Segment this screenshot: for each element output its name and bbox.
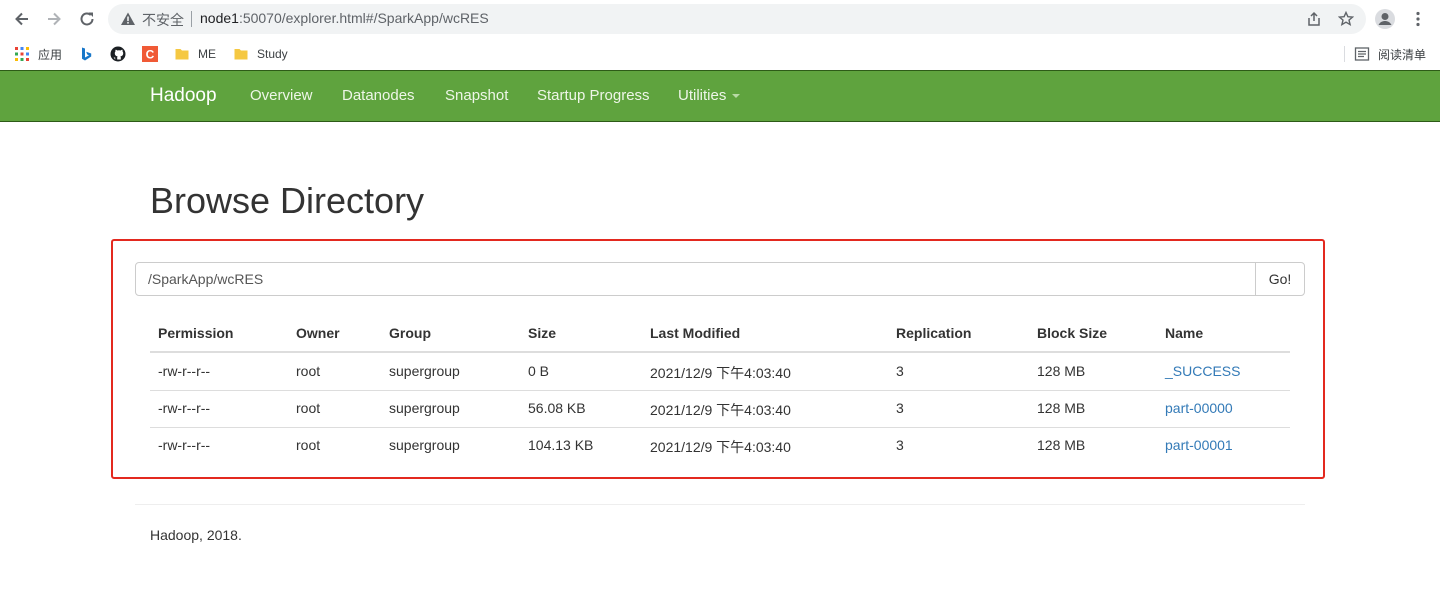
profile-button[interactable] [1373,7,1397,31]
cell-block-size: 128 MB [1037,400,1086,416]
reading-list-icon [1354,47,1370,61]
bookmark-bing[interactable] [78,43,102,65]
cell-last-modified: 2021/12/9 下午4:03:40 [650,402,791,418]
cell-replication: 3 [896,363,904,379]
cell-group: supergroup [389,437,460,453]
bing-icon [82,47,92,61]
cell-block-size: 128 MB [1037,437,1086,453]
column-header-size[interactable]: Size [528,325,556,341]
footer-divider [135,504,1305,505]
nav-overview[interactable]: Overview [250,87,313,104]
kebab-menu-icon [1416,11,1420,27]
row-divider [150,390,1290,391]
bookmark-label: Study [257,47,288,61]
bookmark-csdn[interactable]: C [142,43,166,65]
bookmark-github[interactable] [110,43,134,65]
svg-text:C: C [146,48,155,62]
cell-size: 56.08 KB [528,400,586,416]
avatar-icon [1375,9,1395,29]
github-icon [110,46,126,62]
url-host: node1 [200,10,239,26]
folder-icon [234,49,248,60]
cell-owner: root [296,363,321,379]
nav-snapshot[interactable]: Snapshot [445,87,508,104]
address-bar[interactable]: 不安全 node1:50070/explorer.html#/SparkApp/… [108,4,1366,34]
page-title: Browse Directory [150,180,425,221]
cell-size: 0 B [528,363,550,379]
nav-startup-progress[interactable]: Startup Progress [537,87,650,104]
url-rest: :50070/explorer.html#/SparkApp/wcRES [238,10,489,26]
share-icon[interactable] [1306,11,1322,27]
reading-list-button[interactable]: 阅读清单 [1354,43,1426,65]
cell-permission: -rw-r--r-- [158,363,211,379]
cell-replication: 3 [896,437,904,453]
cell-permission: -rw-r--r-- [158,400,211,416]
column-header-last-modified[interactable]: Last Modified [650,325,740,341]
star-icon[interactable] [1338,11,1354,27]
bookmark-apps[interactable]: 应用 [14,43,62,65]
browser-menu-button[interactable] [1406,7,1430,31]
nav-datanodes[interactable]: Datanodes [342,87,415,104]
column-header-replication[interactable]: Replication [896,325,971,341]
back-button[interactable] [10,7,34,31]
reload-icon [80,12,94,26]
navbar-brand[interactable]: Hadoop [150,85,217,107]
file-link[interactable]: part-00000 [1165,400,1233,416]
cell-size: 104.13 KB [528,437,594,453]
bookmarks-divider [1344,46,1345,62]
address-separator [191,11,192,27]
cell-permission: -rw-r--r-- [158,437,211,453]
file-link[interactable]: part-00001 [1165,437,1233,453]
column-header-name[interactable]: Name [1165,325,1203,341]
column-header-permission[interactable]: Permission [158,325,233,341]
cell-owner: root [296,400,321,416]
bookmark-label: 应用 [38,47,63,62]
file-link[interactable]: _SUCCESS [1165,363,1240,379]
arrow-left-icon [15,12,28,26]
column-header-group[interactable]: Group [389,325,431,341]
reading-list-label: 阅读清单 [1378,47,1427,62]
row-divider [150,427,1290,428]
go-button[interactable]: Go! [1255,262,1305,296]
cell-last-modified: 2021/12/9 下午4:03:40 [650,439,791,455]
cell-block-size: 128 MB [1037,363,1086,379]
browser-toolbar: 不安全 node1:50070/explorer.html#/SparkApp/… [0,0,1440,38]
column-header-owner[interactable]: Owner [296,325,340,341]
folder-icon [175,49,189,60]
caret-down-icon [732,94,741,99]
arrow-right-icon [48,12,61,26]
bookmark-label: ME [198,47,216,61]
directory-path-input[interactable] [135,262,1256,296]
nav-utilities-label: Utilities [678,87,727,104]
cell-group: supergroup [389,363,460,379]
bookmarks-bar: 应用 C ME Study 阅读清单 [0,38,1440,70]
cell-replication: 3 [896,400,904,416]
url-text: node1:50070/explorer.html#/SparkApp/wcRE… [200,10,489,26]
nav-utilities-dropdown[interactable]: Utilities [678,87,741,104]
warning-icon [121,12,135,25]
insecure-label: 不安全 [142,12,184,28]
table-header-divider [150,351,1290,353]
footer-text: Hadoop, 2018. [150,527,242,543]
hadoop-navbar: Hadoop Overview Datanodes Snapshot Start… [0,70,1440,122]
cell-owner: root [296,437,321,453]
bookmark-folder-study[interactable]: Study [233,43,288,65]
cell-group: supergroup [389,400,460,416]
cell-last-modified: 2021/12/9 下午4:03:40 [650,365,791,381]
forward-button[interactable] [42,7,66,31]
column-header-block-size[interactable]: Block Size [1037,325,1107,341]
apps-grid-icon [15,47,29,61]
csdn-icon: C [142,46,158,62]
reload-button[interactable] [75,7,99,31]
bookmark-folder-me[interactable]: ME [174,43,216,65]
